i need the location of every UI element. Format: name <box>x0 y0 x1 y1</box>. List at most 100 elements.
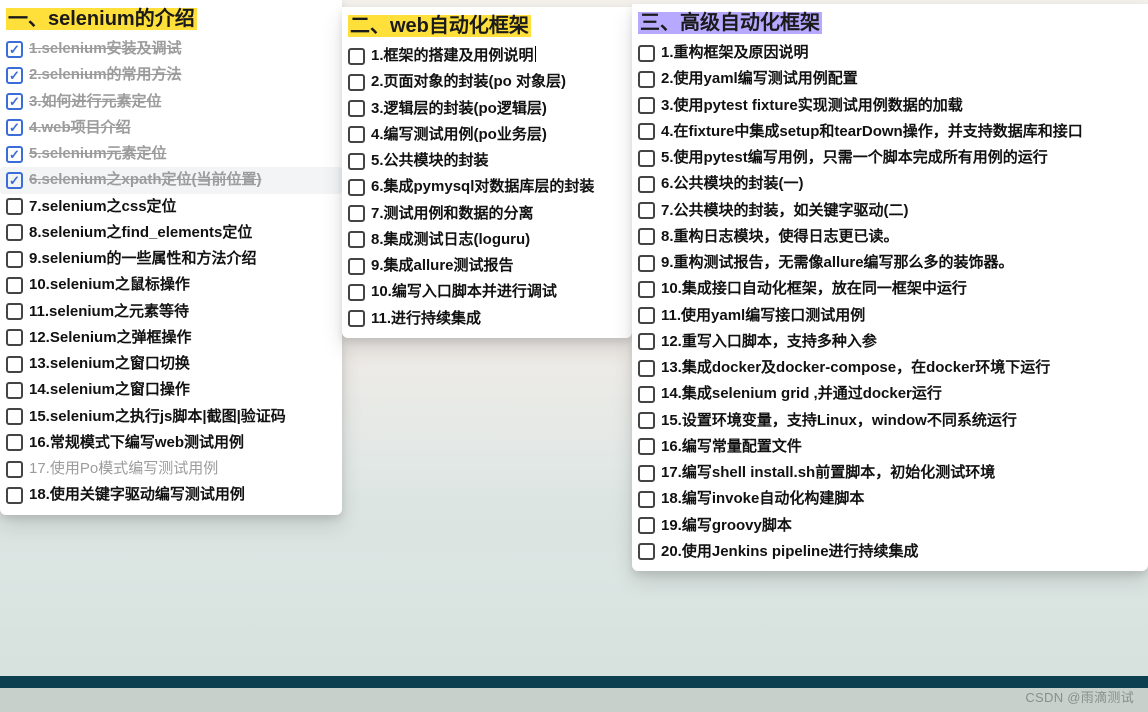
task-checkbox[interactable] <box>638 45 655 62</box>
task-checkbox[interactable] <box>638 543 655 560</box>
task-item[interactable]: 3.逻辑层的封装(po逻辑层) <box>342 96 632 122</box>
task-checkbox[interactable] <box>638 517 655 534</box>
task-checkbox[interactable] <box>6 382 23 399</box>
task-checkbox[interactable] <box>348 258 365 275</box>
task-checkbox[interactable] <box>638 176 655 193</box>
task-checkbox[interactable] <box>638 97 655 114</box>
task-item[interactable]: 18.使用关键字驱动编写测试用例 <box>0 482 342 508</box>
task-item[interactable]: 1.selenium安装及调试 <box>0 36 342 62</box>
task-label: 18.使用关键字驱动编写测试用例 <box>29 485 245 505</box>
task-item[interactable]: 12.重写入口脚本，支持多种入参 <box>632 329 1148 355</box>
task-checkbox[interactable] <box>348 74 365 91</box>
task-checkbox[interactable] <box>638 150 655 167</box>
task-checkbox[interactable] <box>6 119 23 136</box>
task-item[interactable]: 10.编写入口脚本并进行调试 <box>342 279 632 305</box>
task-checkbox[interactable] <box>348 126 365 143</box>
task-item[interactable]: 16.编写常量配置文件 <box>632 434 1148 460</box>
task-checkbox[interactable] <box>348 205 365 222</box>
task-item[interactable]: 9.重构测试报告，无需像allure编写那么多的装饰器。 <box>632 250 1148 276</box>
task-item[interactable]: 7.selenium之css定位 <box>0 194 342 220</box>
task-checkbox[interactable] <box>6 487 23 504</box>
task-item[interactable]: 16.常规模式下编写web测试用例 <box>0 430 342 456</box>
task-item[interactable]: 1.重构框架及原因说明 <box>632 40 1148 66</box>
task-item[interactable]: 4.在fixture中集成setup和tearDown操作，并支持数据库和接口 <box>632 119 1148 145</box>
task-item[interactable]: 4.web项目介绍 <box>0 115 342 141</box>
task-item[interactable]: 5.使用pytest编写用例，只需一个脚本完成所有用例的运行 <box>632 145 1148 171</box>
task-checkbox[interactable] <box>638 386 655 403</box>
task-checkbox[interactable] <box>6 434 23 451</box>
task-item[interactable]: 9.selenium的一些属性和方法介绍 <box>0 246 342 272</box>
task-checkbox[interactable] <box>638 438 655 455</box>
task-checkbox[interactable] <box>6 67 23 84</box>
task-checkbox[interactable] <box>6 408 23 425</box>
task-checkbox[interactable] <box>638 360 655 377</box>
task-item[interactable]: 17.编写shell install.sh前置脚本，初始化测试环境 <box>632 460 1148 486</box>
task-item[interactable]: 15.selenium之执行js脚本|截图|验证码 <box>0 404 342 430</box>
task-item[interactable]: 10.selenium之鼠标操作 <box>0 272 342 298</box>
task-checkbox[interactable] <box>6 356 23 373</box>
task-item[interactable]: 13.集成docker及docker-compose，在docker环境下运行 <box>632 355 1148 381</box>
task-checkbox[interactable] <box>348 100 365 117</box>
task-item[interactable]: 2.使用yaml编写测试用例配置 <box>632 66 1148 92</box>
task-item[interactable]: 14.集成selenium grid ,并通过docker运行 <box>632 381 1148 407</box>
task-checkbox[interactable] <box>348 179 365 196</box>
task-item[interactable]: 20.使用Jenkins pipeline进行持续集成 <box>632 539 1148 565</box>
task-item[interactable]: 3.使用pytest fixture实现测试用例数据的加载 <box>632 93 1148 119</box>
task-item[interactable]: 1.框架的搭建及用例说明 <box>342 43 632 69</box>
task-checkbox[interactable] <box>6 198 23 215</box>
task-item[interactable]: 6.公共模块的封装(一) <box>632 171 1148 197</box>
task-item[interactable]: 13.selenium之窗口切换 <box>0 351 342 377</box>
task-checkbox[interactable] <box>6 461 23 478</box>
task-checkbox[interactable] <box>6 329 23 346</box>
task-checkbox[interactable] <box>638 465 655 482</box>
task-checkbox[interactable] <box>638 307 655 324</box>
task-checkbox[interactable] <box>6 277 23 294</box>
task-item[interactable]: 11.使用yaml编写接口测试用例 <box>632 303 1148 329</box>
task-checkbox[interactable] <box>638 333 655 350</box>
task-checkbox[interactable] <box>348 48 365 65</box>
task-checkbox[interactable] <box>6 93 23 110</box>
task-checkbox[interactable] <box>6 303 23 320</box>
task-checkbox[interactable] <box>348 153 365 170</box>
task-checkbox[interactable] <box>638 71 655 88</box>
task-item[interactable]: 8.集成测试日志(loguru) <box>342 227 632 253</box>
task-label: 8.集成测试日志(loguru) <box>371 230 530 250</box>
task-item[interactable]: 15.设置环境变量，支持Linux，window不同系统运行 <box>632 408 1148 434</box>
task-item[interactable]: 6.selenium之xpath定位(当前位置) <box>0 167 342 193</box>
task-item[interactable]: 8.重构日志模块，使得日志更已读。 <box>632 224 1148 250</box>
task-item[interactable]: 10.集成接口自动化框架，放在同一框架中运行 <box>632 276 1148 302</box>
task-item[interactable]: 3.如何进行元素定位 <box>0 89 342 115</box>
task-item[interactable]: 8.selenium之find_elements定位 <box>0 220 342 246</box>
task-item[interactable]: 14.selenium之窗口操作 <box>0 377 342 403</box>
task-checkbox[interactable] <box>638 412 655 429</box>
task-item[interactable]: 19.编写groovy脚本 <box>632 513 1148 539</box>
task-item[interactable]: 17.使用Po模式编写测试用例 <box>0 456 342 482</box>
task-item[interactable]: 11.selenium之元素等待 <box>0 299 342 325</box>
task-item[interactable]: 5.公共模块的封装 <box>342 148 632 174</box>
task-item[interactable]: 5.selenium元素定位 <box>0 141 342 167</box>
task-checkbox[interactable] <box>6 224 23 241</box>
task-item[interactable]: 7.测试用例和数据的分离 <box>342 201 632 227</box>
task-item[interactable]: 12.Selenium之弹框操作 <box>0 325 342 351</box>
task-checkbox[interactable] <box>638 491 655 508</box>
task-item[interactable]: 18.编写invoke自动化构建脚本 <box>632 486 1148 512</box>
task-checkbox[interactable] <box>638 255 655 272</box>
task-item[interactable]: 4.编写测试用例(po业务层) <box>342 122 632 148</box>
task-checkbox[interactable] <box>638 228 655 245</box>
task-checkbox[interactable] <box>638 123 655 140</box>
task-checkbox[interactable] <box>638 281 655 298</box>
task-checkbox[interactable] <box>348 310 365 327</box>
task-item[interactable]: 6.集成pymysql对数据库层的封装 <box>342 174 632 200</box>
task-checkbox[interactable] <box>348 284 365 301</box>
task-item[interactable]: 7.公共模块的封装，如关键字驱动(二) <box>632 198 1148 224</box>
task-item[interactable]: 9.集成allure测试报告 <box>342 253 632 279</box>
task-checkbox[interactable] <box>6 251 23 268</box>
task-checkbox[interactable] <box>638 202 655 219</box>
task-item[interactable]: 11.进行持续集成 <box>342 306 632 332</box>
task-checkbox[interactable] <box>6 172 23 189</box>
task-item[interactable]: 2.selenium的常用方法 <box>0 62 342 88</box>
task-checkbox[interactable] <box>6 146 23 163</box>
task-checkbox[interactable] <box>6 41 23 58</box>
task-item[interactable]: 2.页面对象的封装(po 对象层) <box>342 69 632 95</box>
task-checkbox[interactable] <box>348 231 365 248</box>
